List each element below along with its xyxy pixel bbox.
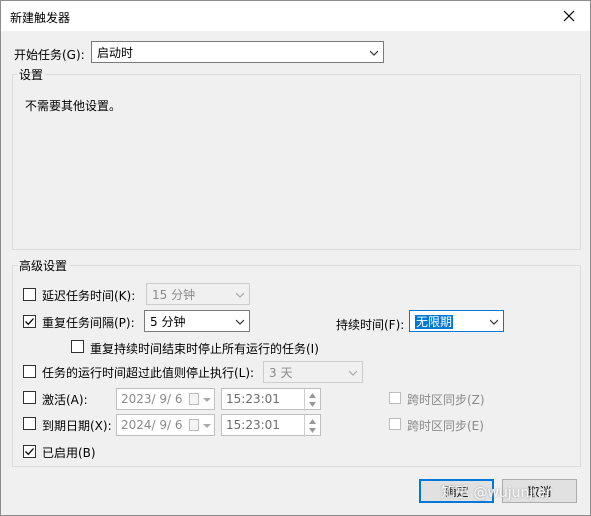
activate-time-field[interactable]: 15:23:01 — [221, 388, 321, 411]
activate-date: 2023/ 9/ 6 — [121, 392, 183, 406]
advanced-group-title: 高级设置 — [17, 257, 70, 274]
expire-sync-checkbox[interactable] — [389, 418, 401, 430]
chevron-down-icon — [349, 370, 357, 376]
delay-select[interactable]: 15 分钟 — [146, 283, 250, 305]
expire-date-field[interactable]: 2024/ 9/ 6 — [116, 414, 215, 436]
activate-time: 15:23:01 — [226, 392, 280, 406]
watermark-text: 知乎 @wujunjier — [441, 485, 552, 501]
begin-task-select[interactable]: 启动时 — [91, 41, 384, 63]
activate-time-spinner[interactable] — [304, 389, 320, 411]
new-trigger-dialog: 新建触发器 开始任务(G): 启动时 设置 不需要其他设置。 高级设置 延迟任务… — [0, 0, 591, 516]
chevron-down-icon — [236, 319, 244, 325]
checkmark-icon — [25, 448, 34, 456]
activate-sync-checkbox[interactable] — [389, 392, 401, 404]
begin-task-value: 启动时 — [97, 46, 134, 60]
stop-at-end-label: 重复持续时间结束时停止所有运行的任务(I) — [90, 342, 319, 356]
chevron-down-icon — [370, 50, 378, 56]
expire-label: 到期日期(X): — [42, 419, 112, 433]
activate-checkbox[interactable] — [23, 391, 36, 404]
calendar-icon — [189, 419, 199, 431]
close-icon — [563, 10, 575, 22]
expire-sync-label: 跨时区同步(E) — [407, 419, 484, 433]
begin-task-label: 开始任务(G): — [14, 48, 85, 62]
settings-message: 不需要其他设置。 — [25, 99, 122, 113]
activate-label: 激活(A): — [42, 393, 88, 407]
stop-at-end-checkbox[interactable] — [71, 340, 84, 353]
delay-value: 15 分钟 — [152, 288, 196, 302]
expire-time-spinner[interactable] — [304, 415, 320, 437]
calendar-icon — [189, 393, 199, 405]
duration-value: 无限期 — [415, 315, 454, 329]
arrow-down-icon — [309, 402, 316, 407]
repeat-value: 5 分钟 — [150, 315, 186, 329]
delay-checkbox[interactable] — [23, 288, 36, 301]
repeat-interval-select[interactable]: 5 分钟 — [144, 310, 250, 332]
window-title: 新建触发器 — [10, 11, 71, 25]
stop-if-longer-select[interactable]: 3 天 — [263, 361, 363, 383]
stop-if-longer-label: 任务的运行时间超过此值则停止执行(L): — [42, 366, 255, 380]
activate-date-field[interactable]: 2023/ 9/ 6 — [116, 388, 215, 410]
repeat-checkbox[interactable] — [23, 315, 36, 328]
stop-if-longer-checkbox[interactable] — [23, 365, 36, 378]
delay-label: 延迟任务时间(K): — [42, 289, 136, 303]
title-bar: 新建触发器 — [1, 1, 590, 31]
expire-date: 2024/ 9/ 6 — [121, 418, 183, 432]
chevron-down-icon — [490, 319, 498, 325]
arrow-up-icon — [309, 419, 316, 424]
expire-checkbox[interactable] — [23, 417, 36, 430]
chevron-down-icon — [203, 424, 211, 428]
settings-group-title: 设置 — [17, 66, 46, 83]
close-button[interactable] — [554, 4, 584, 28]
arrow-down-icon — [309, 428, 316, 433]
arrow-up-icon — [309, 393, 316, 398]
repeat-label: 重复任务间隔(P): — [42, 316, 135, 330]
expire-time-field[interactable]: 15:23:01 — [221, 414, 321, 437]
checkmark-icon — [25, 318, 34, 326]
stop-if-longer-value: 3 天 — [269, 366, 293, 380]
duration-select[interactable]: 无限期 — [409, 310, 504, 332]
expire-time: 15:23:01 — [226, 418, 280, 432]
enabled-checkbox[interactable] — [23, 445, 36, 458]
duration-label: 持续时间(F): — [336, 318, 405, 332]
chevron-down-icon — [236, 292, 244, 298]
activate-sync-label: 跨时区同步(Z) — [407, 393, 485, 407]
chevron-down-icon — [203, 398, 211, 402]
enabled-label: 已启用(B) — [42, 446, 96, 460]
